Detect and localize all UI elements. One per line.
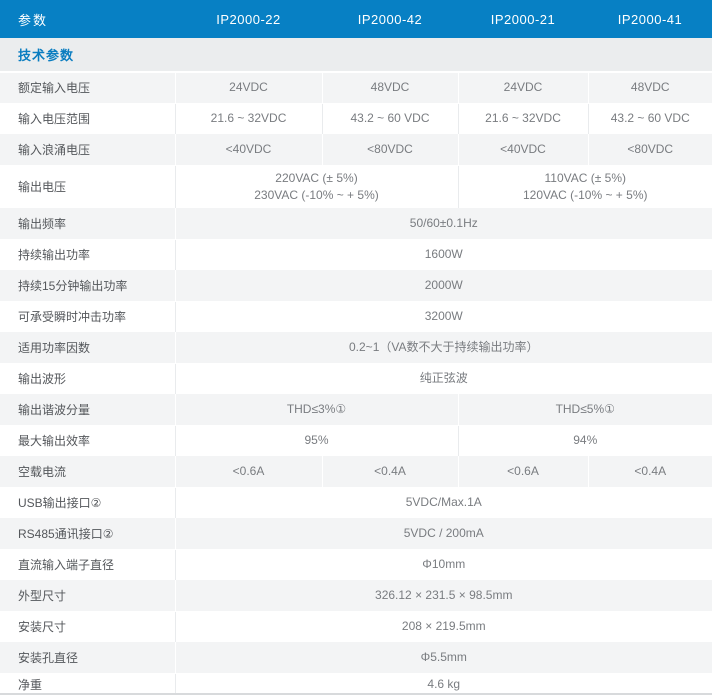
param-label: 最大输出效率 (0, 425, 175, 456)
spec-value: 5VDC / 200mA (175, 518, 712, 549)
spec-value: 5VDC/Max.1A (175, 487, 712, 518)
spec-value: Φ10mm (175, 549, 712, 580)
param-label: 输出电压 (0, 165, 175, 208)
spec-value: 50/60±0.1Hz (175, 208, 712, 239)
header-model-1: IP2000-22 (175, 0, 322, 38)
table-row: 外型尺寸326.12 × 231.5 × 98.5mm (0, 580, 712, 611)
spec-value: <0.4A (588, 456, 712, 487)
spec-value: <40VDC (175, 134, 322, 165)
spec-value: Φ5.5mm (175, 642, 712, 673)
table-row: USB输出接口②5VDC/Max.1A (0, 487, 712, 518)
spec-value: 110VAC (± 5%)120VAC (-10% ~ + 5%) (458, 165, 712, 208)
param-label: 持续输出功率 (0, 239, 175, 270)
spec-value: 24VDC (458, 72, 588, 103)
spec-value: 48VDC (588, 72, 712, 103)
spec-value: 48VDC (322, 72, 458, 103)
spec-table: 参数 IP2000-22 IP2000-42 IP2000-21 IP2000-… (0, 0, 712, 695)
table-row: 输出波形纯正弦波 (0, 363, 712, 394)
spec-value: 3200W (175, 301, 712, 332)
table-row: 输出频率50/60±0.1Hz (0, 208, 712, 239)
header-param-column: 参数 (0, 0, 175, 38)
param-label: 输入浪涌电压 (0, 134, 175, 165)
spec-value: 0.2~1（VA数不大于持续输出功率） (175, 332, 712, 363)
table-row: 输出电压220VAC (± 5%)230VAC (-10% ~ + 5%)110… (0, 165, 712, 208)
param-label: 安装尺寸 (0, 611, 175, 642)
spec-value: 95% (175, 425, 458, 456)
spec-value: <0.6A (175, 456, 322, 487)
table-row: 适用功率因数0.2~1（VA数不大于持续输出功率） (0, 332, 712, 363)
param-label: 安装孔直径 (0, 642, 175, 673)
param-label: 适用功率因数 (0, 332, 175, 363)
table-row: 输入浪涌电压<40VDC<80VDC<40VDC<80VDC (0, 134, 712, 165)
table-row: 持续15分钟输出功率2000W (0, 270, 712, 301)
param-label: 持续15分钟输出功率 (0, 270, 175, 301)
table-row: 持续输出功率1600W (0, 239, 712, 270)
param-label: USB输出接口② (0, 487, 175, 518)
spec-value: 纯正弦波 (175, 363, 712, 394)
spec-value: 24VDC (175, 72, 322, 103)
spec-value: 43.2 ~ 60 VDC (588, 103, 712, 134)
param-label: 输出频率 (0, 208, 175, 239)
spec-value: <0.4A (322, 456, 458, 487)
param-label: 外型尺寸 (0, 580, 175, 611)
spec-value: THD≤3%① (175, 394, 458, 425)
table-row: 最大输出效率95%94% (0, 425, 712, 456)
table-row: 直流输入端子直径Φ10mm (0, 549, 712, 580)
spec-table-header: 参数 IP2000-22 IP2000-42 IP2000-21 IP2000-… (0, 0, 712, 38)
param-label: 可承受瞬时冲击功率 (0, 301, 175, 332)
spec-table-body: 技术参数 额定输入电压24VDC48VDC24VDC48VDC输入电压范围21.… (0, 38, 712, 695)
table-row: 额定输入电压24VDC48VDC24VDC48VDC (0, 72, 712, 103)
table-row: RS485通讯接口②5VDC / 200mA (0, 518, 712, 549)
param-label: 直流输入端子直径 (0, 549, 175, 580)
spec-value: <80VDC (588, 134, 712, 165)
spec-value: <80VDC (322, 134, 458, 165)
param-label: 空载电流 (0, 456, 175, 487)
table-row: 可承受瞬时冲击功率3200W (0, 301, 712, 332)
spec-value: 208 × 219.5mm (175, 611, 712, 642)
table-row: 净重4.6 kg (0, 673, 712, 695)
spec-value: 4.6 kg (175, 673, 712, 695)
param-label: 输出谐波分量 (0, 394, 175, 425)
param-label: 净重 (0, 673, 175, 695)
param-label: 额定输入电压 (0, 72, 175, 103)
spec-value: 220VAC (± 5%)230VAC (-10% ~ + 5%) (175, 165, 458, 208)
section-title: 技术参数 (0, 38, 712, 72)
section-header-row: 技术参数 (0, 38, 712, 72)
spec-value: 326.12 × 231.5 × 98.5mm (175, 580, 712, 611)
param-label: 输入电压范围 (0, 103, 175, 134)
spec-value: 21.6 ~ 32VDC (458, 103, 588, 134)
header-row: 参数 IP2000-22 IP2000-42 IP2000-21 IP2000-… (0, 0, 712, 38)
header-model-2: IP2000-42 (322, 0, 458, 38)
spec-value: <0.6A (458, 456, 588, 487)
table-row: 输入电压范围21.6 ~ 32VDC43.2 ~ 60 VDC21.6 ~ 32… (0, 103, 712, 134)
spec-value: 1600W (175, 239, 712, 270)
spec-value: THD≤5%① (458, 394, 712, 425)
param-label: 输出波形 (0, 363, 175, 394)
spec-value: <40VDC (458, 134, 588, 165)
spec-value: 21.6 ~ 32VDC (175, 103, 322, 134)
spec-sheet: 参数 IP2000-22 IP2000-42 IP2000-21 IP2000-… (0, 0, 712, 695)
table-row: 空载电流<0.6A<0.4A<0.6A<0.4A (0, 456, 712, 487)
table-row: 安装孔直径Φ5.5mm (0, 642, 712, 673)
table-row: 安装尺寸208 × 219.5mm (0, 611, 712, 642)
table-row: 输出谐波分量THD≤3%①THD≤5%① (0, 394, 712, 425)
spec-value: 43.2 ~ 60 VDC (322, 103, 458, 134)
header-model-4: IP2000-41 (588, 0, 712, 38)
spec-value: 2000W (175, 270, 712, 301)
param-label: RS485通讯接口② (0, 518, 175, 549)
header-model-3: IP2000-21 (458, 0, 588, 38)
spec-value: 94% (458, 425, 712, 456)
